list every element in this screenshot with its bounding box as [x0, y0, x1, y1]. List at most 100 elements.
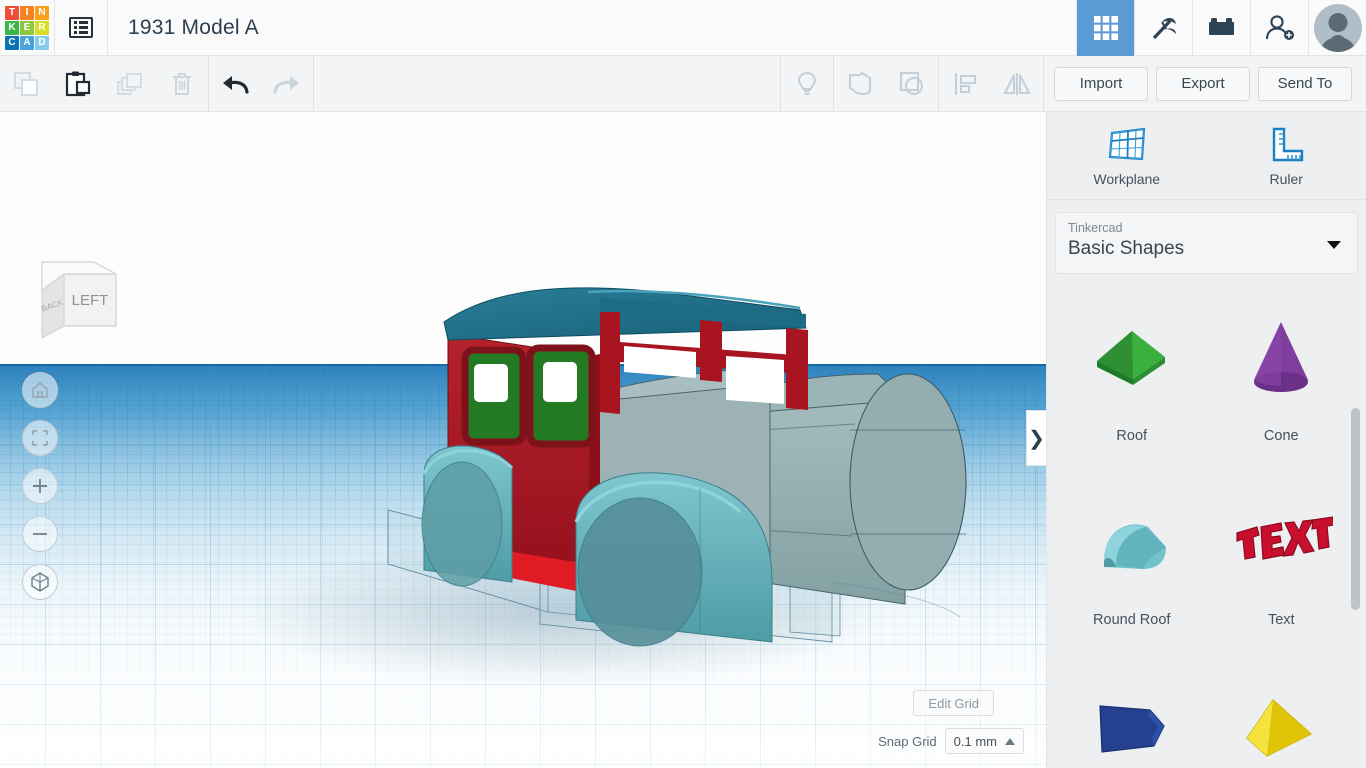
pyramid-shape-icon	[1246, 699, 1313, 757]
workplane-label: Workplane	[1093, 170, 1161, 187]
redo-button[interactable]	[261, 56, 313, 112]
snap-grid-label: Snap Grid	[878, 733, 937, 749]
library-category: Basic Shapes	[1068, 238, 1185, 259]
tinkercad-logo[interactable]: T I N K E R C A D	[0, 0, 54, 56]
ungroup-button[interactable]	[886, 56, 938, 112]
shape-art	[1233, 664, 1329, 768]
top-header-bar: T I N K E R C A D 1931 Model A	[0, 0, 1366, 56]
logo-tile: D	[35, 35, 49, 50]
lightbulb-icon	[797, 71, 817, 95]
shape-item-roof[interactable]: Roof	[1057, 296, 1207, 474]
workplane-tool[interactable]: Workplane	[1047, 112, 1207, 200]
shapes-side-panel: Workplane Ruler Tinkercad Basic Shapes R…	[1046, 112, 1366, 768]
pickaxe-icon	[1152, 17, 1176, 39]
delete-button[interactable]	[156, 56, 208, 112]
orthographic-toggle-button[interactable]	[22, 564, 58, 600]
logo-tile: N	[35, 5, 49, 20]
trash-icon	[173, 72, 191, 95]
duplicate-button[interactable]	[104, 56, 156, 112]
fit-to-view-button[interactable]	[22, 420, 58, 456]
snap-grid-select[interactable]: 0.1 mm	[944, 728, 1024, 754]
ruler-tool[interactable]: Ruler	[1207, 112, 1366, 200]
invite-people-button[interactable]	[1250, 0, 1308, 56]
plus-icon	[33, 479, 47, 493]
avatar	[1313, 3, 1362, 52]
model-1931-model-a[interactable]	[0, 112, 1046, 768]
logo-tile: E	[20, 20, 34, 35]
grid-icon	[1093, 15, 1118, 40]
align-button[interactable]	[939, 56, 991, 112]
edit-toolbar: Import Export Send To	[0, 55, 1366, 112]
tinkercad-app: T I N K E R C A D 1931 Model A Import Ex…	[0, 0, 1366, 768]
tinker-tools-button[interactable]	[1134, 0, 1192, 56]
text-shape-icon	[1236, 516, 1334, 560]
logo-tile: T	[5, 5, 19, 20]
fit-screen-icon	[32, 430, 48, 446]
logo-tile: C	[5, 35, 19, 50]
designs-menu-button[interactable]	[55, 0, 107, 56]
ungroup-shapes-icon	[899, 71, 924, 95]
group-shapes-icon	[848, 71, 872, 95]
paste-button[interactable]	[52, 56, 104, 112]
logo-tile: R	[35, 20, 49, 35]
import-button[interactable]: Import	[1054, 66, 1148, 101]
shape-label: Round Roof	[1093, 612, 1171, 628]
lego-brick-icon	[1208, 17, 1234, 35]
view-cube[interactable]: LEFT BACK	[28, 260, 124, 348]
mirror-button[interactable]	[991, 56, 1043, 112]
shape-grid: Roof Cone Round Roof Text	[1047, 296, 1366, 768]
add-person-icon	[1265, 14, 1294, 40]
edit-grid-button[interactable]: Edit Grid	[913, 690, 994, 716]
mirror-flip-icon	[1003, 72, 1031, 95]
polygon-shape-icon	[1099, 705, 1165, 753]
group-button[interactable]	[834, 56, 886, 112]
toolbar-divider	[313, 55, 314, 112]
round-roof-shape-icon	[1103, 524, 1166, 569]
zoom-in-button[interactable]	[22, 468, 58, 504]
logo-tile: K	[5, 20, 19, 35]
panel-tool-row: Workplane Ruler	[1047, 112, 1366, 200]
shape-item-cone[interactable]: Cone	[1207, 296, 1357, 474]
shape-label: Text	[1267, 612, 1295, 628]
ruler-label: Ruler	[1269, 170, 1303, 187]
home-icon	[32, 381, 48, 398]
toolbar-divider	[1043, 55, 1044, 112]
blocks-button[interactable]	[1192, 0, 1250, 56]
duplicate-icon	[117, 72, 142, 95]
shape-library-select[interactable]: Tinkercad Basic Shapes	[1055, 212, 1358, 274]
align-icon	[954, 72, 977, 95]
roof-shape-icon	[1096, 331, 1165, 385]
caret-down-icon	[1327, 241, 1341, 249]
shape-label: Roof	[1116, 428, 1148, 444]
home-view-button[interactable]	[22, 372, 58, 408]
undo-button[interactable]	[209, 56, 261, 112]
shape-item-round-roof[interactable]: Round Roof	[1057, 480, 1207, 658]
undo-arrow-icon	[223, 75, 249, 94]
user-avatar-button[interactable]	[1308, 0, 1366, 56]
export-button[interactable]: Export	[1156, 66, 1250, 101]
ruler-icon	[1273, 127, 1304, 161]
list-menu-icon	[69, 17, 93, 38]
library-provider: Tinkercad	[1068, 221, 1123, 235]
shape-item-text[interactable]: Text	[1207, 480, 1357, 658]
3d-workplane-canvas[interactable]: LEFT BACK ❯ Edit Grid Snap Grid 0.1 mm	[0, 112, 1046, 768]
hint-button[interactable]	[781, 56, 833, 112]
collapse-panel-button[interactable]: ❯	[1026, 410, 1046, 466]
snap-grid-value: 0.1 mm	[953, 733, 997, 749]
shapes-panel-scrollbar[interactable]	[1351, 408, 1360, 610]
shape-item-pyramid[interactable]	[1207, 664, 1357, 768]
shape-item-polygon[interactable]	[1057, 664, 1207, 768]
designs-grid-button[interactable]	[1076, 0, 1134, 56]
chevron-right-icon: ❯	[1028, 427, 1045, 450]
send-to-button[interactable]: Send To	[1258, 66, 1352, 101]
page-title[interactable]: 1931 Model A	[128, 16, 259, 40]
zoom-out-button[interactable]	[22, 516, 58, 552]
copy-icon	[14, 71, 38, 96]
cone-shape-icon	[1254, 322, 1309, 392]
view-nav-controls	[22, 372, 58, 612]
copy-button[interactable]	[0, 56, 52, 112]
cube-perspective-icon	[31, 572, 49, 592]
view-cube-front-label: LEFT	[72, 292, 109, 309]
shape-art	[1084, 664, 1180, 768]
header-divider	[107, 0, 108, 56]
